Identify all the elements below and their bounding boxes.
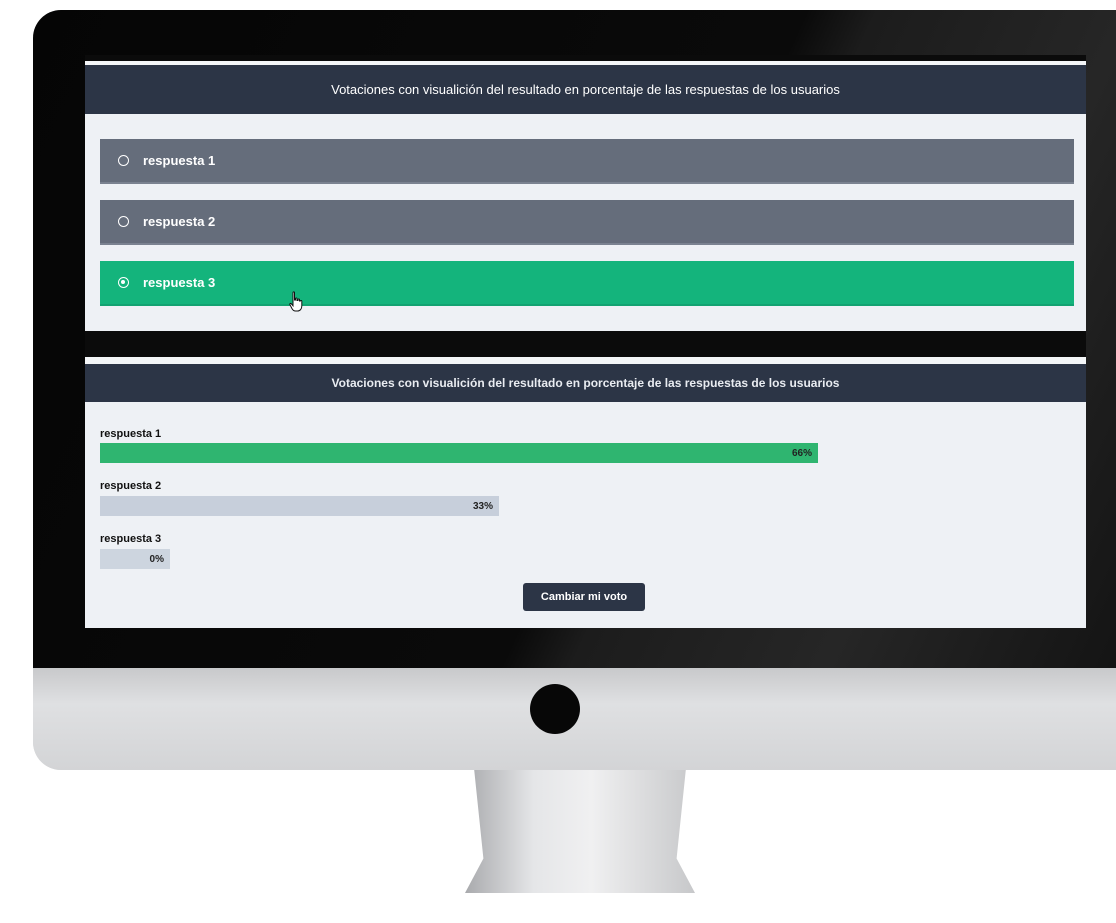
radio-unchecked-icon[interactable] — [118, 155, 129, 166]
option-respuesta-1[interactable]: respuesta 1 — [100, 139, 1074, 184]
result-bar-track: 66% — [100, 443, 818, 463]
result-label: respuesta 3 — [100, 533, 162, 545]
voting-panel: Votaciones con visualición del resultado… — [85, 61, 1086, 331]
monitor-logo-dot — [530, 684, 580, 734]
result-bar-track: 0% — [100, 549, 170, 569]
result-percent: 66% — [791, 447, 812, 459]
change-vote-button[interactable]: Cambiar mi voto — [523, 583, 645, 611]
option-respuesta-2[interactable]: respuesta 2 — [100, 200, 1074, 245]
option-respuesta-3[interactable]: respuesta 3 — [100, 261, 1074, 306]
voting-panel-header: Votaciones con visualición del resultado… — [85, 65, 1086, 114]
radio-checked-icon[interactable] — [118, 277, 129, 288]
results-panel-header: Votaciones con visualición del resultado… — [85, 364, 1086, 402]
voting-panel-title: Votaciones con visualición del resultado… — [331, 82, 840, 97]
option-label: respuesta 2 — [143, 214, 216, 229]
hand-pointer-icon — [289, 291, 303, 312]
screen: Votaciones con visualición del resultado… — [85, 55, 1086, 628]
result-label: respuesta 1 — [100, 428, 162, 440]
results-panel-title: Votaciones con visualición del resultado… — [331, 376, 840, 390]
result-percent: 0% — [149, 553, 164, 565]
result-label: respuesta 2 — [100, 480, 162, 492]
result-percent: 33% — [472, 500, 493, 512]
monitor-stand — [465, 770, 695, 893]
option-label: respuesta 3 — [143, 275, 216, 290]
result-bar-respuesta-1: 66% — [100, 443, 818, 463]
result-bar-track: 33% — [100, 496, 499, 516]
option-label: respuesta 1 — [143, 153, 216, 168]
result-bar-respuesta-2: 33% — [100, 496, 499, 516]
result-bar-respuesta-3: 0% — [100, 549, 170, 569]
radio-unchecked-icon[interactable] — [118, 216, 129, 227]
